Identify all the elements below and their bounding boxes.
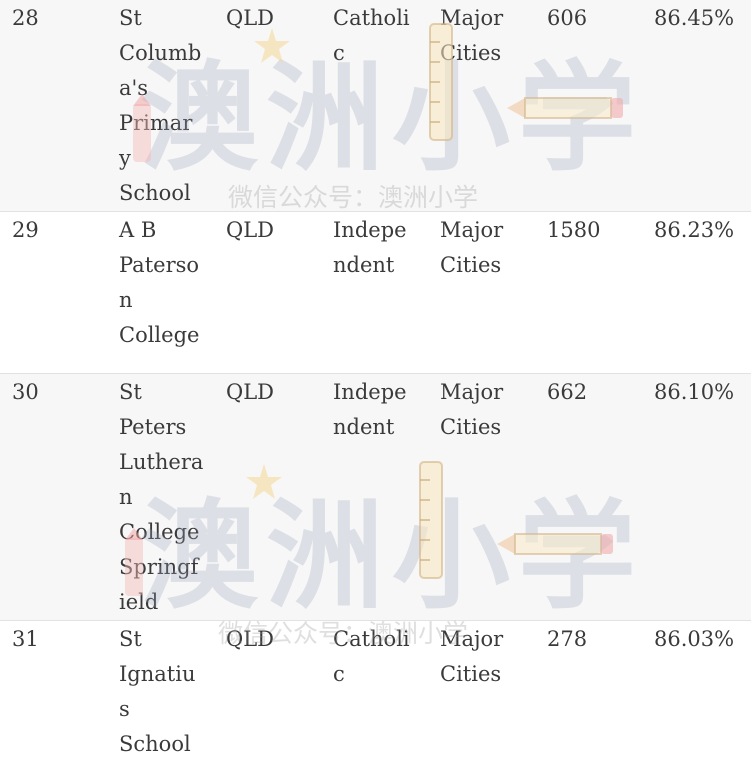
school-name-cell: A B Paterson College [107, 212, 214, 374]
sector-cell: Catholic [321, 0, 428, 212]
table-row: 31 St Ignatius School QLD Catholic Major… [0, 621, 751, 762]
state-cell: QLD [214, 374, 321, 621]
score-cell: 86.10% [642, 374, 751, 621]
state-cell: QLD [214, 0, 321, 212]
enrolments-cell: 1580 [535, 212, 642, 374]
sector-cell: Independent [321, 212, 428, 374]
rank-cell: 28 [0, 0, 107, 212]
school-name-cell: St Columba's Primary School [107, 0, 214, 212]
rank-cell: 31 [0, 621, 107, 762]
sector-cell: Catholic [321, 621, 428, 762]
enrolments-cell: 606 [535, 0, 642, 212]
table-row: 30 St Peters Lutheran College Springfiel… [0, 374, 751, 621]
state-cell: QLD [214, 621, 321, 762]
table-row: 29 A B Paterson College QLD Independent … [0, 212, 751, 374]
location-cell: Major Cities [428, 374, 535, 621]
score-cell: 86.23% [642, 212, 751, 374]
school-name-cell: St Peters Lutheran College Springfield [107, 374, 214, 621]
school-name-cell: St Ignatius School [107, 621, 214, 762]
sector-cell: Independent [321, 374, 428, 621]
school-ranking-table: 28 St Columba's Primary School QLD Catho… [0, 0, 751, 762]
score-cell: 86.45% [642, 0, 751, 212]
rank-cell: 30 [0, 374, 107, 621]
score-cell: 86.03% [642, 621, 751, 762]
table-row: 28 St Columba's Primary School QLD Catho… [0, 0, 751, 212]
state-cell: QLD [214, 212, 321, 374]
location-cell: Major Cities [428, 212, 535, 374]
location-cell: Major Cities [428, 621, 535, 762]
enrolments-cell: 662 [535, 374, 642, 621]
rank-cell: 29 [0, 212, 107, 374]
location-cell: Major Cities [428, 0, 535, 212]
enrolments-cell: 278 [535, 621, 642, 762]
